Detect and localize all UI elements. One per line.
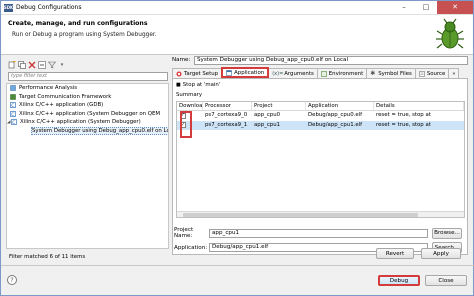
delete-icon[interactable] <box>28 61 36 69</box>
tree-item-qemu[interactable]: C Xilinx C/C++ application (System Debug… <box>7 110 168 119</box>
c-app-icon: C <box>10 110 16 117</box>
svg-text:C: C <box>11 103 14 108</box>
tab-source[interactable]: Source <box>414 68 450 78</box>
application-tab-panel: ■ Stop at 'main' Summary Download Proces… <box>172 78 468 255</box>
title-bar: SDK Debug Configurations – □ ✕ <box>1 0 473 15</box>
editor-buttons: Revert Apply <box>172 248 468 260</box>
project-name-field[interactable]: app_cpu1 <box>209 228 428 238</box>
debug-configurations-dialog: SDK Debug Configurations – □ ✕ Create, m… <box>0 0 474 296</box>
arguments-icon: (x)= <box>272 70 284 77</box>
column-application[interactable]: Application <box>306 102 374 110</box>
chevron-down-icon[interactable]: ▾ <box>58 61 66 69</box>
details-cell: reset = true, stop at <box>376 121 431 128</box>
project-name-label: Project Name: <box>174 227 194 239</box>
table-row[interactable]: ✓ ps7_cortexa9_0 app_cpu0 Debug/app_cpu0… <box>177 111 464 121</box>
browse-button[interactable]: Browse... <box>432 227 462 239</box>
tree-item-label: Xilinx C/C++ application (GDB) <box>19 102 104 109</box>
application-cell: Debug/app_cpu0.elf <box>308 112 363 118</box>
download-highlight-box <box>180 111 192 138</box>
processor-cell: ps7_cortexa9_0 <box>205 112 248 118</box>
column-processor[interactable]: Processor <box>203 102 252 110</box>
processor-cell: ps7_cortexa9_1 <box>205 121 248 128</box>
debug-button[interactable]: Debug <box>378 275 420 286</box>
tab-symbol-files[interactable]: ✱ Symbol Files <box>366 68 416 78</box>
tab-arguments[interactable]: (x)= Arguments <box>268 68 318 78</box>
project-cell: app_cpu1 <box>254 121 281 128</box>
tree-item-tcf[interactable]: Target Communication Framework <box>7 93 168 102</box>
configuration-tree: Performance Analysis Target Communicatio… <box>6 83 169 249</box>
environment-icon <box>320 70 327 77</box>
perf-icon <box>10 85 16 91</box>
tree-item-label: Performance Analysis <box>19 85 78 92</box>
tree-item-performance-analysis[interactable]: Performance Analysis <box>7 84 168 93</box>
app-icon: SDK <box>3 3 14 12</box>
scrollbar-thumb[interactable] <box>183 213 418 217</box>
dialog-footer: ? Debug Close <box>1 269 474 295</box>
source-icon <box>419 70 425 77</box>
footer-divider <box>1 265 474 266</box>
window-title: Debug Configurations <box>16 4 82 11</box>
header-subtitle: Run or Debug a program using System Debu… <box>12 32 157 38</box>
name-row: Name: System Debugger using Debug_app_cp… <box>172 55 468 65</box>
tree-item-label: System Debugger using Debug_app_cpu0.elf… <box>31 126 169 135</box>
tcf-icon <box>10 94 16 100</box>
new-config-icon[interactable] <box>8 61 16 69</box>
stop-at-main-option[interactable]: ■ Stop at 'main' <box>176 82 220 88</box>
header-title: Create, manage, and run configurations <box>8 20 148 27</box>
column-details[interactable]: Details <box>374 102 464 110</box>
tree-item-label: Xilinx C/C++ application (System Debugge… <box>20 119 141 126</box>
tree-item-gdb[interactable]: C Xilinx C/C++ application (GDB) <box>7 101 168 110</box>
tab-target-setup[interactable]: Target Setup <box>172 68 223 78</box>
config-tabs: Target Setup Application (x)= Arguments … <box>172 67 468 78</box>
stop-at-main-checkbox[interactable]: ■ <box>176 82 181 88</box>
duplicate-icon[interactable] <box>18 61 26 69</box>
revert-button[interactable]: Revert <box>376 248 414 259</box>
svg-text:C: C <box>11 112 14 117</box>
tab-application[interactable]: Application <box>221 67 270 78</box>
help-icon[interactable]: ? <box>7 275 17 285</box>
column-download[interactable]: Download <box>177 102 203 110</box>
debug-bug-icon <box>436 18 464 49</box>
symbol-files-icon: ✱ <box>370 69 376 77</box>
horizontal-scrollbar[interactable] <box>177 211 464 217</box>
c-app-icon: C <box>11 119 17 125</box>
tab-overflow[interactable]: » <box>448 68 460 78</box>
column-project[interactable]: Project <box>252 102 306 110</box>
svg-text:C: C <box>12 120 15 125</box>
tree-item-system-debugger[interactable]: ◢ C Xilinx C/C++ application (System Deb… <box>7 118 168 127</box>
table-row[interactable]: ✓ ps7_cortexa9_1 app_cpu1 Debug/app_cpu1… <box>177 120 464 130</box>
table-header: Download Processor Project Application D… <box>177 102 464 111</box>
close-window-button[interactable]: ✕ <box>437 0 473 14</box>
maximize-button[interactable]: □ <box>415 1 437 14</box>
stop-at-main-label: Stop at 'main' <box>182 82 221 88</box>
tree-item-label: Target Communication Framework <box>19 93 112 100</box>
filter-input[interactable]: type filter text <box>8 72 168 81</box>
name-field[interactable]: System Debugger using Debug_app_cpu0.elf… <box>194 55 468 65</box>
filter-status: Filter matched 6 of 11 items <box>9 254 86 260</box>
configuration-editor: Name: System Debugger using Debug_app_cp… <box>172 55 468 265</box>
name-label: Name: <box>172 57 191 63</box>
project-name-row: Project Name: app_cpu1 Browse... <box>173 227 469 239</box>
application-icon <box>226 69 232 76</box>
tree-item-debug-config[interactable]: C System Debugger using Debug_app_cpu0.e… <box>7 126 169 136</box>
target-icon <box>176 71 182 76</box>
project-cell: app_cpu0 <box>254 112 281 118</box>
tab-environment[interactable]: Environment <box>316 68 368 78</box>
details-cell: reset = true, stop at <box>376 112 431 118</box>
dialog-header: Create, manage, and run configurations R… <box>1 15 473 55</box>
configuration-list-pane: ▾ type filter text Performance Analysis … <box>6 60 169 279</box>
config-toolbar: ▾ <box>6 60 169 70</box>
filter-icon[interactable] <box>48 61 56 69</box>
minimize-button[interactable]: – <box>393 1 415 14</box>
tree-item-label: Xilinx C/C++ application (System Debugge… <box>19 110 161 117</box>
close-button[interactable]: Close <box>425 275 467 286</box>
application-cell: Debug/app_cpu1.elf <box>308 121 363 128</box>
summary-label: Summary <box>176 92 203 98</box>
collapse-all-icon[interactable] <box>38 61 46 69</box>
c-app-icon: C <box>10 102 16 108</box>
processor-table: Download Processor Project Application D… <box>176 101 465 218</box>
apply-button[interactable]: Apply <box>421 248 461 259</box>
